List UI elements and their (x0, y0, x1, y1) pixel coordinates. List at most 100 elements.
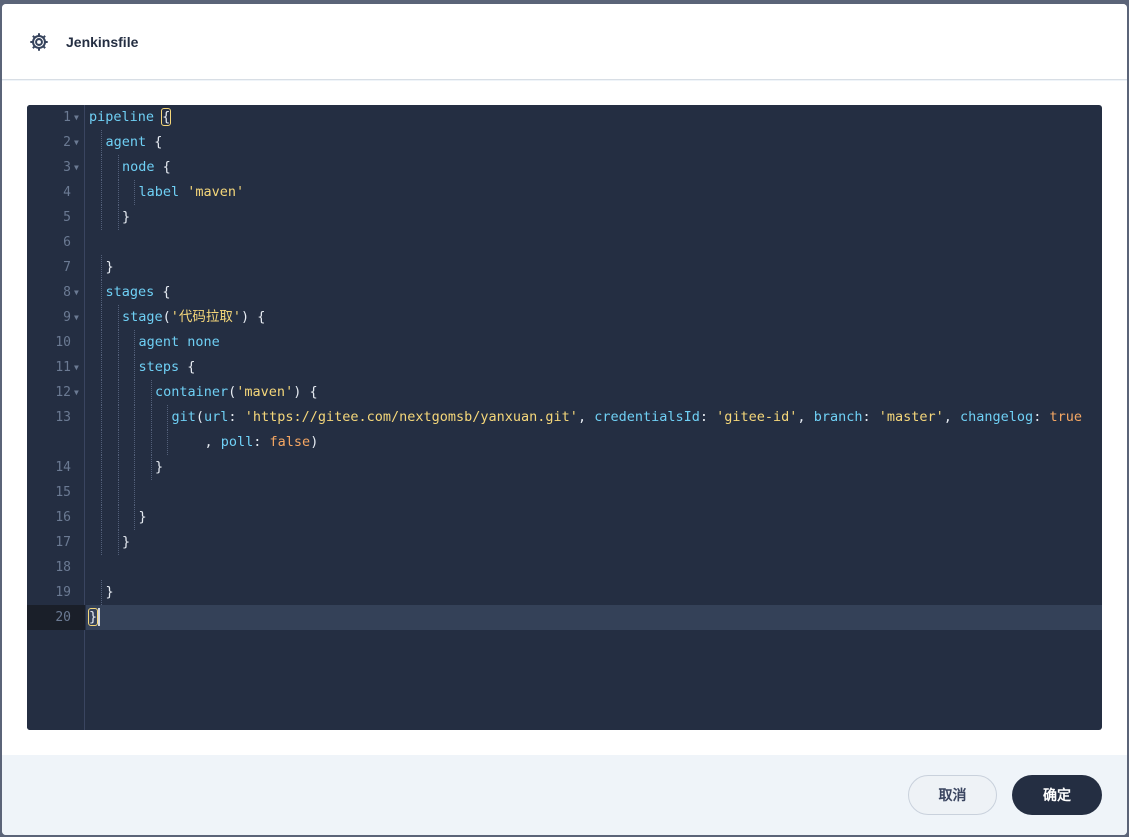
cancel-button[interactable]: 取消 (908, 775, 997, 815)
fold-arrow-icon[interactable]: ▼ (74, 155, 79, 180)
line-number: 4 (63, 185, 71, 200)
code-line[interactable]: 11 ▼ steps { (27, 355, 1102, 380)
line-number: 14 (55, 460, 71, 475)
line-number: 13 (55, 410, 71, 425)
indent-guide (101, 255, 103, 280)
code-token: ( (162, 309, 171, 325)
line-number: 3 (63, 160, 71, 175)
line-text: } (155, 455, 163, 480)
code-line[interactable]: 6 (27, 230, 1102, 255)
code-line[interactable]: 8 ▼ stages { (27, 280, 1102, 305)
code-line[interactable]: 18 (27, 555, 1102, 580)
code-token: 'gitee-id' (716, 409, 798, 425)
code-token: branch (813, 409, 863, 425)
indent-guide (101, 305, 103, 330)
confirm-button[interactable]: 确定 (1012, 775, 1102, 815)
indent-guide (150, 380, 152, 405)
dialog-footer: 取消 确定 (2, 755, 1127, 835)
fold-arrow-icon[interactable]: ▼ (74, 130, 79, 155)
indent-guide (134, 430, 136, 455)
code-line[interactable]: 19} (27, 580, 1102, 605)
code-token: git (171, 409, 196, 425)
indent-guide (101, 355, 103, 380)
code-token: { (146, 134, 163, 150)
indent-guide (134, 355, 136, 380)
code-line[interactable]: 7} (27, 255, 1102, 280)
indent-guide (117, 505, 119, 530)
code-token: 'maven' (187, 184, 245, 200)
line-text: } (122, 530, 130, 555)
line-text: , poll: false) (205, 430, 319, 455)
indent-guide (117, 430, 119, 455)
code-token: '代码拉取' (170, 309, 242, 325)
code-line[interactable]: 5} (27, 205, 1102, 230)
indent-guide (101, 455, 103, 480)
code-token: container (155, 384, 229, 400)
code-line[interactable]: 16} (27, 505, 1102, 530)
line-number: 9 (63, 310, 71, 325)
code-token: label (138, 184, 180, 200)
line-number: 20 (55, 610, 71, 625)
indent-guide (117, 180, 119, 205)
code-token: } (105, 259, 114, 275)
indent-guide (101, 155, 103, 180)
code-line[interactable]: 3 ▼ node { (27, 155, 1102, 180)
indent-guide (117, 405, 119, 430)
text-cursor (98, 608, 101, 626)
line-text: } (139, 505, 147, 530)
indent-guide (101, 580, 103, 605)
line-text: git(url: 'https://gitee.com/nextgomsb/ya… (172, 405, 1082, 430)
fold-arrow-icon[interactable]: ▼ (74, 380, 79, 405)
code-line[interactable]: 2 ▼ agent { (27, 130, 1102, 155)
code-token: { (179, 359, 196, 375)
code-line[interactable]: 13 git(url: 'https://gitee.com/nextgomsb/… (27, 405, 1102, 430)
jenkinsfile-dialog: Jenkinsfile 1 ▼ pipeline {2 ▼ agent {3 ▼ node … (2, 4, 1127, 835)
line-number: 7 (63, 260, 71, 275)
fold-arrow-icon[interactable]: ▼ (74, 355, 79, 380)
line-number: 8 (63, 285, 71, 300)
code-line[interactable]: 15 (27, 480, 1102, 505)
code-line[interactable]: 4 label 'maven' (27, 180, 1102, 205)
line-number: 16 (55, 510, 71, 525)
code-token: agent (105, 134, 147, 150)
code-token: steps (138, 359, 180, 375)
code-line[interactable]: 12 ▼ container('maven') { (27, 380, 1102, 405)
indent-guide (117, 530, 119, 555)
line-text: label 'maven' (139, 180, 245, 205)
code-editor[interactable]: 1 ▼ pipeline {2 ▼ agent {3 ▼ node {4 label 'mav… (27, 105, 1102, 730)
code-line[interactable]: 17} (27, 530, 1102, 555)
fold-arrow-icon[interactable]: ▼ (74, 105, 79, 130)
indent-guide (101, 480, 103, 505)
code-lines[interactable]: 1 ▼ pipeline {2 ▼ agent {3 ▼ node {4 label 'mav… (27, 105, 1102, 630)
code-token: 'https://gitee.com/nextgomsb/yanxuan.git… (244, 409, 578, 425)
code-line[interactable]: 20} (27, 605, 1102, 630)
indent-guide (101, 180, 103, 205)
indent-guide (134, 330, 136, 355)
fold-arrow-icon[interactable]: ▼ (74, 280, 79, 305)
line-number: 10 (55, 335, 71, 350)
code-token: } (105, 584, 114, 600)
code-line[interactable]: 10 agent none (27, 330, 1102, 355)
code-token: ( (195, 409, 205, 425)
code-token: : (699, 409, 717, 425)
indent-guide (134, 480, 136, 505)
code-line[interactable]: 14} (27, 455, 1102, 480)
line-number: 2 (63, 135, 71, 150)
code-line[interactable]: 1 ▼ pipeline { (27, 105, 1102, 130)
line-number: 19 (55, 585, 71, 600)
indent-guide (101, 405, 103, 430)
line-text: } (106, 580, 114, 605)
matched-bracket: { (161, 108, 172, 126)
dialog-title: Jenkinsfile (66, 33, 139, 50)
line-text: } (106, 255, 114, 280)
code-token: false (269, 434, 311, 450)
code-token: stages (105, 284, 155, 300)
code-line[interactable]: , poll: false) (27, 430, 1102, 455)
indent-guide (167, 405, 169, 430)
code-token: changelog (960, 409, 1034, 425)
indent-guide (101, 130, 103, 155)
line-text: agent { (106, 130, 163, 155)
code-token: : (253, 434, 270, 450)
code-line[interactable]: 9 ▼ stage('代码拉取') { (27, 305, 1102, 330)
fold-arrow-icon[interactable]: ▼ (74, 305, 79, 330)
